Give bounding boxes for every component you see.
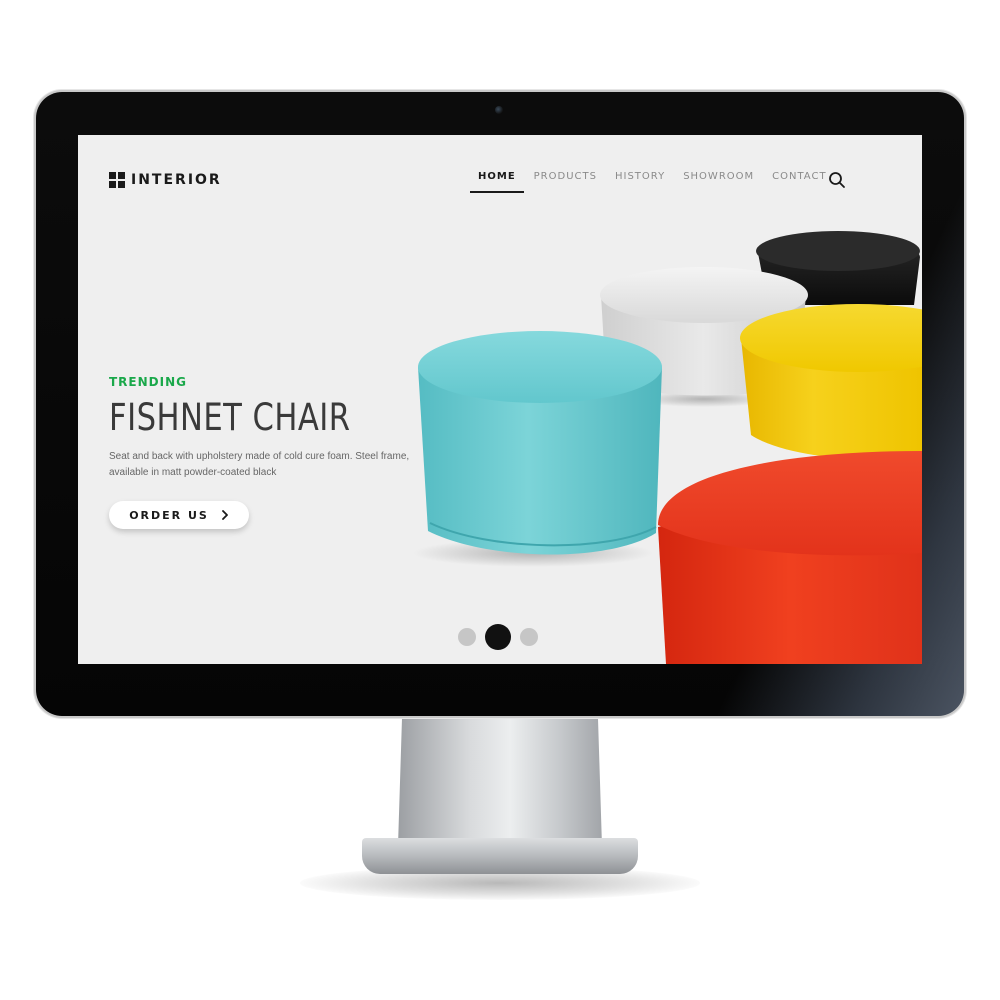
hero-title: FISHNET CHAIR <box>109 396 351 439</box>
webcam-icon <box>495 106 503 114</box>
hero-content: TRENDING FISHNET CHAIR Seat and back wit… <box>109 375 449 481</box>
hero-description-line-2: available in matt powder-coated black <box>109 467 277 478</box>
teal-pouf <box>413 331 662 567</box>
website-screen: INTERIOR HOME PRODUCTS HISTORY SHOWROOM … <box>78 135 922 664</box>
order-us-button[interactable]: ORDER US <box>109 501 249 529</box>
chevron-right-icon <box>221 510 228 520</box>
hero-eyebrow: TRENDING <box>109 375 187 389</box>
hero-description: Seat and back with upholstery made of co… <box>109 449 419 481</box>
monitor-stand-neck <box>398 716 602 846</box>
slider-pagination <box>458 624 547 650</box>
hero-description-line-1: Seat and back with upholstery made of co… <box>109 451 410 462</box>
slider-dot-3[interactable] <box>520 628 538 646</box>
stage: INTERIOR HOME PRODUCTS HISTORY SHOWROOM … <box>0 0 1000 1000</box>
slider-dot-1[interactable] <box>458 628 476 646</box>
monitor-stand-base <box>362 838 638 874</box>
order-us-label: ORDER US <box>129 508 209 522</box>
slider-dot-2[interactable] <box>485 624 511 650</box>
yellow-pouf <box>740 304 922 460</box>
red-pouf <box>658 451 922 664</box>
